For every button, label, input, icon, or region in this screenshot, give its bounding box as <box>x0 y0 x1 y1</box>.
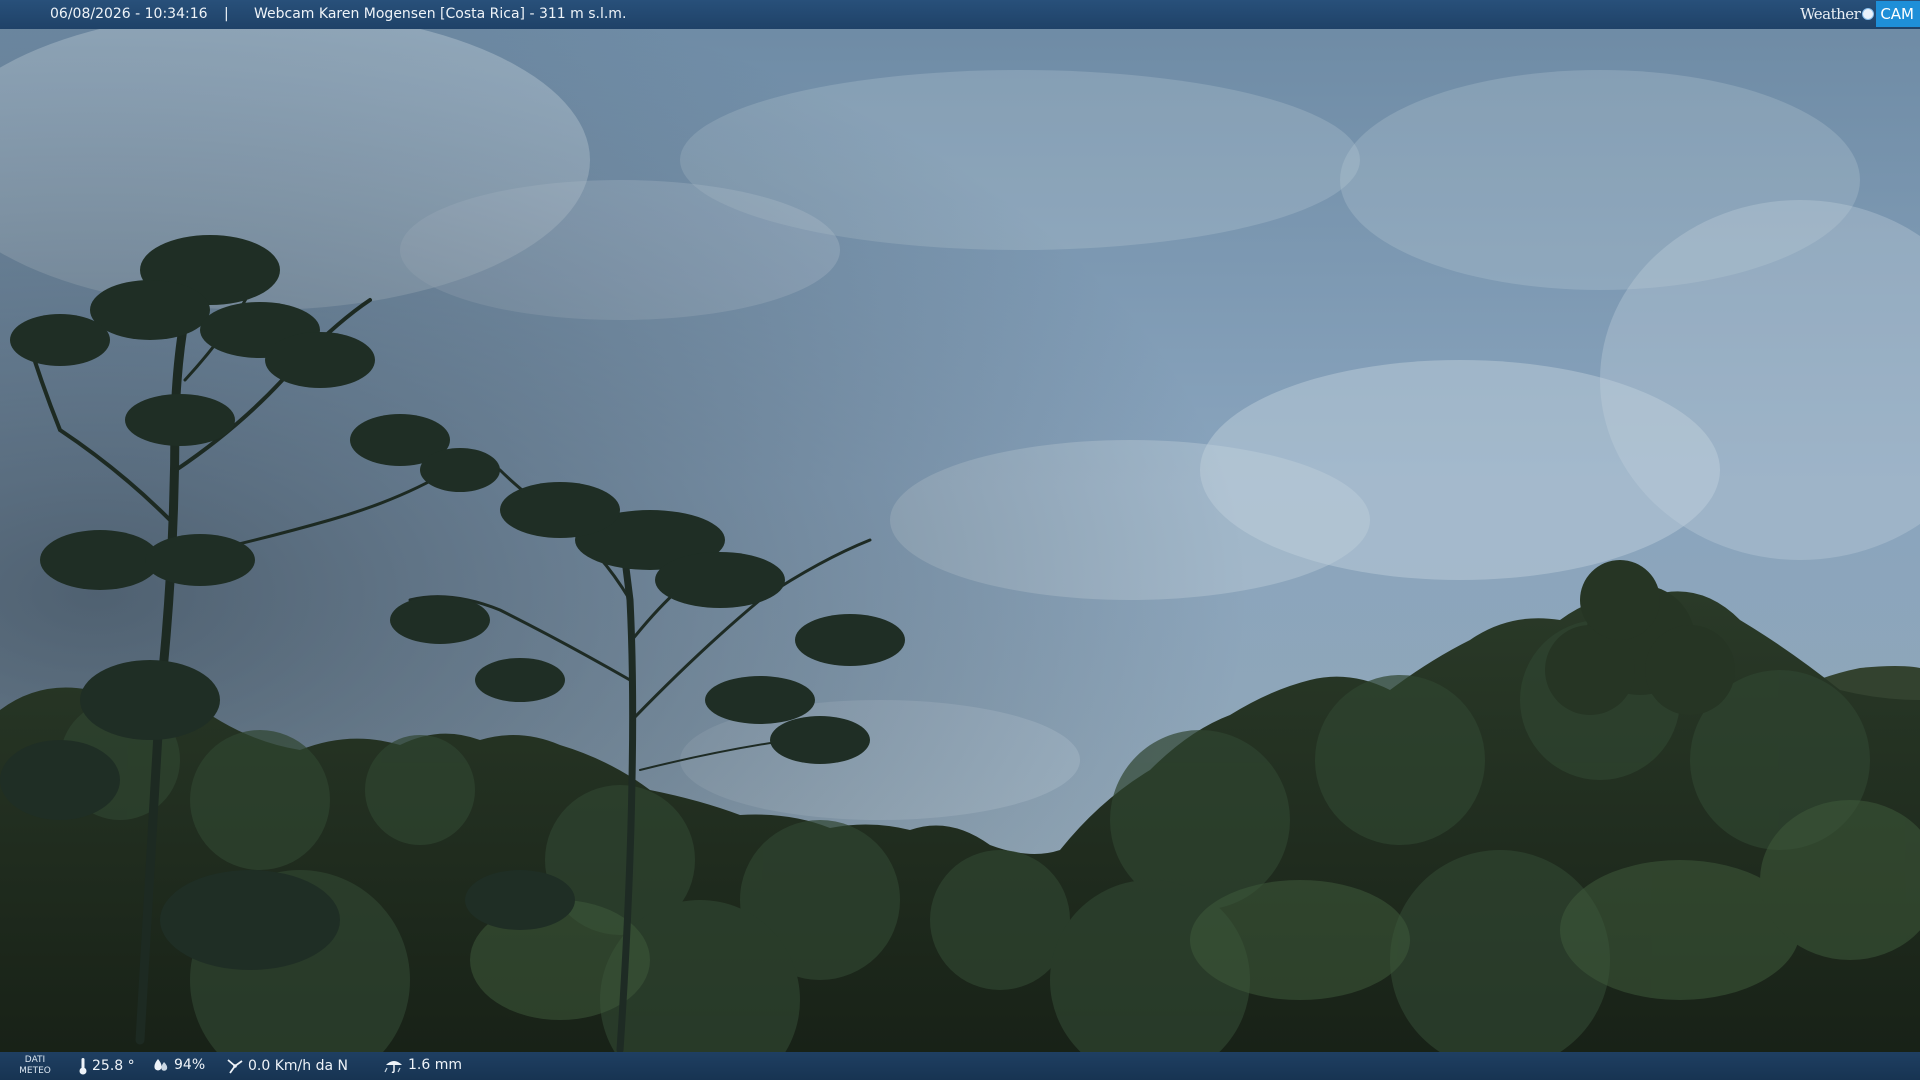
logo-word: Weather <box>1800 5 1861 23</box>
rain-umbrella-icon <box>384 1061 402 1073</box>
timestamp: 06/08/2026 - 10:34:16 <box>50 6 208 22</box>
temperature-value: 25.8 ° <box>92 1058 135 1074</box>
humidity-drop-icon <box>154 1059 168 1071</box>
wind-icon <box>227 1059 243 1074</box>
weather-label-line2: METEO <box>19 1066 51 1076</box>
weather-label-line1: DATI <box>24 1055 46 1065</box>
logo-dot-icon <box>1862 8 1875 20</box>
thermometer-icon <box>79 1058 87 1075</box>
weather-data-bar: DATI METEO 25.8 ° 94% 0.0 Km/h da N 1.6 … <box>0 1052 1920 1080</box>
humidity-reading: 94% <box>152 1057 205 1073</box>
rain-reading: 1.6 mm <box>384 1057 462 1073</box>
webcam-title: Webcam Karen Mogensen [Costa Rica] - 311… <box>254 6 627 22</box>
wind-value: 0.0 Km/h da N <box>248 1058 348 1074</box>
wind-reading: 0.0 Km/h da N <box>226 1057 348 1075</box>
title-separator: | <box>224 6 229 22</box>
logo-badge: CAM <box>1876 1 1920 27</box>
humidity-value: 94% <box>174 1057 206 1073</box>
weathercam-logo: Weather CAM <box>1800 0 1920 28</box>
temperature-reading: 25.8 ° <box>78 1057 135 1075</box>
rain-value: 1.6 mm <box>408 1057 462 1073</box>
top-info-bar: 06/08/2026 - 10:34:16 | Webcam Karen Mog… <box>0 0 1920 29</box>
webcam-image <box>0 0 1920 1080</box>
weather-label: DATI METEO <box>14 1055 56 1077</box>
webcam-frame: 06/08/2026 - 10:34:16 | Webcam Karen Mog… <box>0 0 1920 1080</box>
